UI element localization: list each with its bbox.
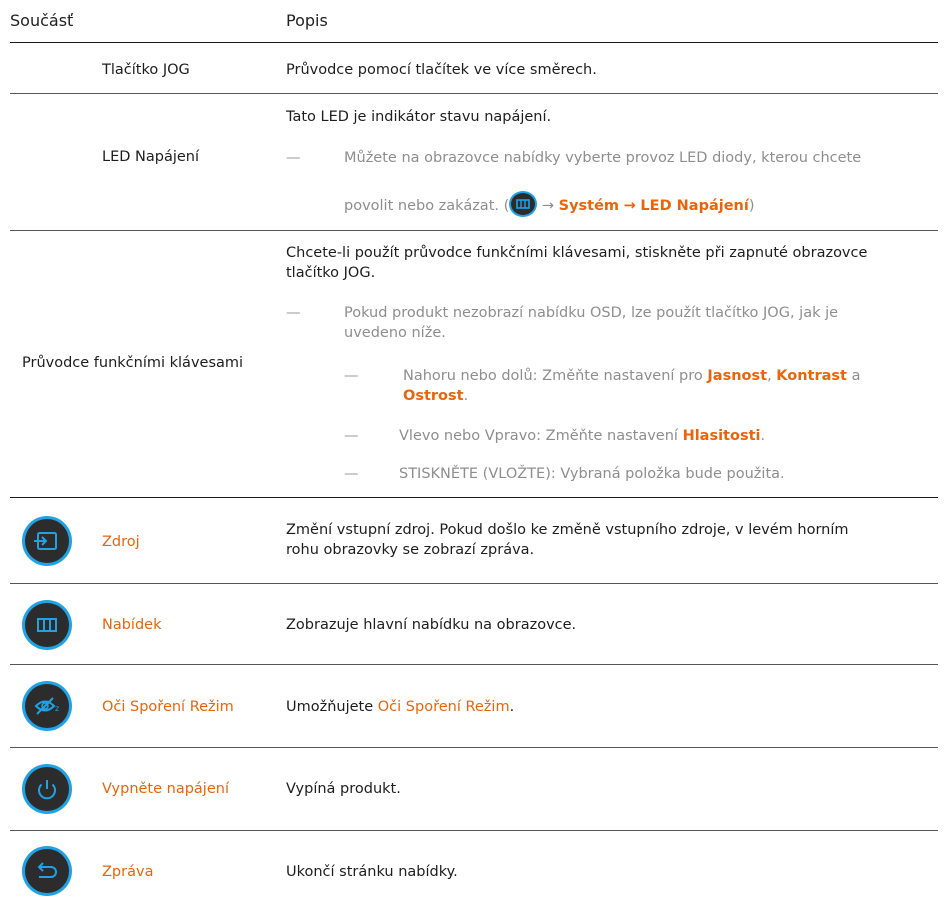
guide-sub3: STISKNĚTE (VLOŽTE): Vybraná položka bude…: [399, 466, 785, 482]
note-dash: —: [286, 150, 301, 166]
jog-button-label: Tlačítko JOG: [102, 62, 190, 78]
guide-note-line2: uvedeno níže.: [344, 325, 446, 341]
back-label: Zpráva: [102, 864, 154, 880]
guide-sub1-line2: Ostrost.: [403, 388, 469, 404]
column-header-part: Součásť: [10, 11, 74, 30]
source-desc-line2: rohu obrazovky se zobrazí zpráva.: [286, 542, 535, 558]
row-divider: [10, 93, 938, 94]
sub-note-dash: —: [344, 428, 359, 444]
guide-sub1-line1: Nahoru nebo dolů: Změňte nastavení pro J…: [403, 368, 861, 384]
power-icon: [25, 767, 69, 811]
system-menu-link: Systém: [558, 198, 620, 214]
eye-saver-label: Oči Spoření Režim: [102, 699, 234, 715]
menu-icon: [511, 193, 536, 215]
led-note-line1: Můžete na obrazovce nabídky vyberte prov…: [344, 150, 862, 166]
svg-text:z: z: [55, 704, 59, 713]
row-divider: [10, 230, 938, 231]
source-label: Zdroj: [102, 534, 140, 550]
menu-description: Zobrazuje hlavní nabídku na obrazovce.: [286, 617, 577, 633]
row-divider: [10, 497, 938, 498]
menu-icon: [25, 603, 69, 647]
row-divider: [10, 830, 938, 831]
return-icon: [25, 849, 69, 893]
guide-desc-line1: Chcete-li použít průvodce funkčními kláv…: [286, 245, 868, 261]
power-off-description: Vypíná produkt.: [286, 781, 401, 797]
led-description: Tato LED je indikátor stavu napájení.: [286, 109, 552, 125]
back-description: Ukončí stránku nabídky.: [286, 864, 458, 880]
row-divider: [10, 747, 938, 748]
guide-desc-line2: tlačítko JOG.: [286, 265, 376, 281]
input-source-icon: [25, 519, 69, 563]
row-divider: [10, 664, 938, 665]
header-divider: [10, 42, 938, 43]
eye-saver-description: Umožňujete Oči Spoření Režim.: [286, 699, 515, 715]
eye-saver-icon: z: [25, 684, 69, 728]
row-divider: [10, 583, 938, 584]
menu-label: Nabídek: [102, 617, 162, 633]
guide-note-line1: Pokud produkt nezobrazí nabídku OSD, lze…: [344, 305, 839, 321]
guide-sub2: Vlevo nebo Vpravo: Změňte nastavení Hlas…: [399, 428, 766, 444]
jog-button-description: Průvodce pomocí tlačítek ve více směrech…: [286, 62, 597, 78]
source-desc-line1: Změní vstupní zdroj. Pokud došlo ke změn…: [286, 522, 849, 538]
led-label: LED Napájení: [102, 149, 200, 165]
led-note-line2: povolit nebo zakázat. ( → Systém → LED N…: [344, 193, 755, 217]
power-off-label: Vypněte napájení: [102, 781, 229, 797]
sub-note-dash: —: [344, 466, 359, 482]
column-header-description: Popis: [286, 11, 328, 30]
note-dash: —: [286, 305, 301, 321]
led-menu-link: LED Napájení: [640, 198, 749, 214]
guide-label: Průvodce funkčními klávesami: [22, 355, 244, 371]
sub-note-dash: —: [344, 368, 359, 384]
